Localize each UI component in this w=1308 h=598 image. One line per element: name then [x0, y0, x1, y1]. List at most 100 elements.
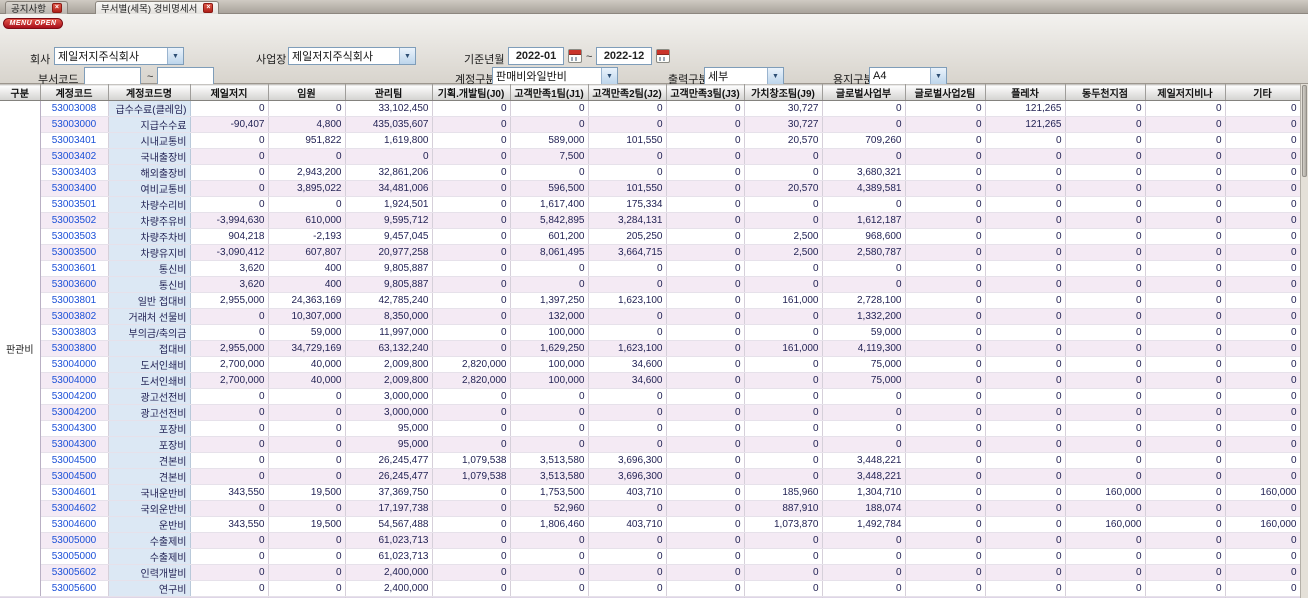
value-cell[interactable]: 59,000 [822, 324, 906, 341]
value-cell[interactable]: 161,000 [744, 340, 823, 357]
value-cell[interactable]: 0 [744, 436, 823, 453]
value-cell[interactable]: 0 [666, 132, 745, 149]
value-cell[interactable]: 0 [1225, 468, 1300, 485]
value-cell[interactable]: 121,265 [985, 116, 1066, 133]
value-cell[interactable]: 0 [510, 580, 589, 597]
value-cell[interactable]: 0 [268, 436, 346, 453]
value-cell[interactable]: 0 [744, 532, 823, 549]
value-cell[interactable]: 63,132,240 [345, 340, 433, 357]
value-cell[interactable]: 0 [1225, 388, 1300, 405]
value-cell[interactable]: 709,260 [822, 132, 906, 149]
value-cell[interactable]: 0 [666, 244, 745, 261]
value-cell[interactable]: 75,000 [822, 372, 906, 389]
value-cell[interactable]: 24,363,169 [268, 292, 346, 309]
value-cell[interactable]: 0 [1225, 436, 1300, 453]
value-cell[interactable]: 0 [905, 228, 986, 245]
value-cell[interactable]: 0 [822, 276, 906, 293]
value-cell[interactable]: 0 [510, 388, 589, 405]
value-cell[interactable]: 121,265 [985, 100, 1066, 117]
vertical-scrollbar[interactable] [1300, 84, 1308, 598]
tab-notice[interactable]: 공지사항 × [5, 1, 68, 15]
value-cell[interactable]: 0 [1225, 260, 1300, 277]
value-cell[interactable]: 2,009,800 [345, 356, 433, 373]
value-cell[interactable]: 34,600 [588, 372, 667, 389]
value-cell[interactable]: 0 [822, 436, 906, 453]
account-code-cell[interactable]: 53004300 [40, 436, 109, 453]
chevron-down-icon[interactable]: ▼ [930, 68, 946, 84]
table-row[interactable]: 53004602 국외운반비 0 0 17,197,738 0 52,960 0 0 887,91… [0, 500, 1300, 517]
account-code-cell[interactable]: 53003502 [40, 212, 109, 229]
table-row[interactable]: 53005602 인력개발비 0 0 2,400,000 0 0 0 0 0 0 0 0 0 0 0 [0, 564, 1300, 581]
value-cell[interactable]: 0 [666, 580, 745, 597]
value-cell[interactable]: 3,448,221 [822, 468, 906, 485]
value-cell[interactable]: 0 [190, 548, 269, 565]
value-cell[interactable]: 0 [666, 228, 745, 245]
value-cell[interactable]: 160,000 [1065, 484, 1146, 501]
value-cell[interactable]: 0 [1145, 164, 1226, 181]
value-cell[interactable]: 0 [822, 148, 906, 165]
value-cell[interactable]: 0 [432, 132, 511, 149]
value-cell[interactable]: 0 [1145, 516, 1226, 533]
table-row[interactable]: 53004600 운반비 343,550 19,500 54,567,488 0 1,806… [0, 516, 1300, 533]
value-cell[interactable]: 0 [1145, 340, 1226, 357]
value-cell[interactable]: 0 [345, 148, 433, 165]
value-cell[interactable]: 0 [905, 276, 986, 293]
value-cell[interactable]: 0 [985, 324, 1066, 341]
value-cell[interactable]: 34,729,169 [268, 340, 346, 357]
account-name-cell[interactable]: 포장비 [108, 436, 191, 453]
value-cell[interactable]: 2,009,800 [345, 372, 433, 389]
value-cell[interactable]: 0 [190, 452, 269, 469]
column-header[interactable]: 제일저지비나 [1145, 84, 1226, 101]
table-row[interactable]: 53003503 차량주차비 904,218 -2,193 9,457,045 0 601,… [0, 228, 1300, 245]
value-cell[interactable]: 0 [1145, 484, 1226, 501]
value-cell[interactable]: 0 [510, 164, 589, 181]
account-name-cell[interactable]: 차량주유비 [108, 212, 191, 229]
account-code-cell[interactable]: 53005000 [40, 548, 109, 565]
value-cell[interactable]: 0 [1065, 436, 1146, 453]
value-cell[interactable]: 0 [666, 100, 745, 117]
value-cell[interactable]: 61,023,713 [345, 532, 433, 549]
value-cell[interactable]: 0 [744, 452, 823, 469]
value-cell[interactable]: 0 [822, 404, 906, 421]
value-cell[interactable]: 0 [1145, 228, 1226, 245]
value-cell[interactable]: 2,500 [744, 228, 823, 245]
value-cell[interactable]: 0 [905, 372, 986, 389]
value-cell[interactable]: 0 [1145, 308, 1226, 325]
value-cell[interactable]: 0 [1145, 132, 1226, 149]
value-cell[interactable]: 0 [905, 580, 986, 597]
table-row[interactable]: 53003803 부의금/축의금 0 59,000 11,997,000 0 100,000… [0, 324, 1300, 341]
value-cell[interactable]: 0 [1145, 180, 1226, 197]
value-cell[interactable]: 0 [985, 404, 1066, 421]
paper-select[interactable]: A4 ▼ [869, 67, 947, 85]
account-name-cell[interactable]: 차량유지비 [108, 244, 191, 261]
value-cell[interactable]: 2,400,000 [345, 564, 433, 581]
value-cell[interactable]: 0 [190, 500, 269, 517]
value-cell[interactable]: 52,960 [510, 500, 589, 517]
value-cell[interactable]: 1,924,501 [345, 196, 433, 213]
value-cell[interactable]: 0 [666, 564, 745, 581]
account-code-cell[interactable]: 53004601 [40, 484, 109, 501]
value-cell[interactable]: 0 [432, 180, 511, 197]
value-cell[interactable]: 75,000 [822, 356, 906, 373]
value-cell[interactable]: 0 [985, 468, 1066, 485]
value-cell[interactable]: 1,623,100 [588, 340, 667, 357]
value-cell[interactable]: 100,000 [510, 324, 589, 341]
value-cell[interactable]: 0 [1145, 564, 1226, 581]
account-code-cell[interactable]: 53004602 [40, 500, 109, 517]
value-cell[interactable]: 610,000 [268, 212, 346, 229]
value-cell[interactable]: 0 [432, 260, 511, 277]
value-cell[interactable]: 0 [905, 388, 986, 405]
value-cell[interactable]: 0 [985, 308, 1066, 325]
value-cell[interactable]: 0 [822, 420, 906, 437]
value-cell[interactable]: 0 [1065, 356, 1146, 373]
value-cell[interactable]: 0 [744, 404, 823, 421]
value-cell[interactable]: 0 [905, 356, 986, 373]
value-cell[interactable]: 3,000,000 [345, 388, 433, 405]
value-cell[interactable]: 0 [905, 516, 986, 533]
value-cell[interactable]: 0 [822, 116, 906, 133]
value-cell[interactable]: 0 [510, 436, 589, 453]
value-cell[interactable]: 0 [822, 564, 906, 581]
column-header[interactable]: 글로벌사업2팀 [905, 84, 986, 101]
value-cell[interactable]: 0 [822, 548, 906, 565]
value-cell[interactable]: 3,513,580 [510, 468, 589, 485]
